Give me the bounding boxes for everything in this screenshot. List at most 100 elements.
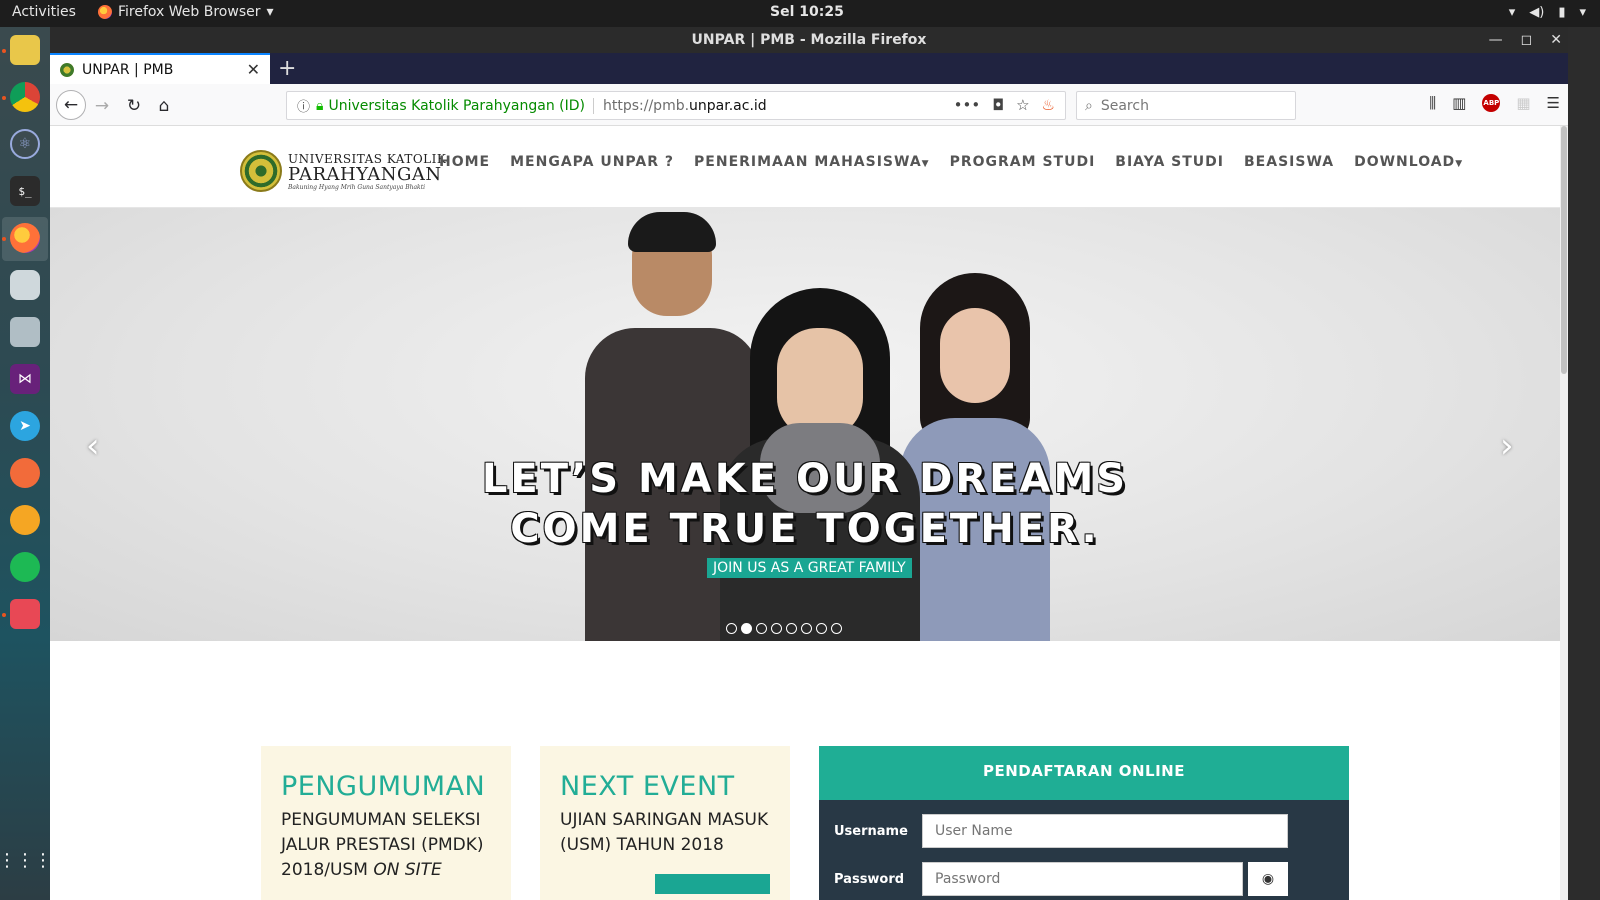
password-field[interactable] (922, 862, 1243, 896)
carousel-indicator-dot[interactable] (726, 623, 737, 634)
tab-bar: UNPAR | PMB ✕ + (50, 53, 1568, 84)
battery-icon: ▮ (1558, 5, 1566, 20)
adblock-plus-icon[interactable]: ABP (1482, 94, 1501, 112)
carousel-indicator-dot[interactable] (771, 623, 782, 634)
hero-headline-1: LET’S MAKE OUR DREAMS (481, 456, 1129, 502)
password-label: Password (834, 871, 905, 887)
chrome-icon[interactable] (10, 82, 40, 112)
system-top-bar: Activities Firefox Web Browser ▾ Sel 10:… (0, 0, 1600, 27)
carousel-indicator-dot[interactable] (816, 623, 827, 634)
postman-icon[interactable] (10, 458, 40, 488)
moon-icon[interactable] (10, 505, 40, 535)
search-placeholder: Search (1100, 97, 1149, 114)
carousel-next-icon[interactable]: › (1500, 426, 1514, 466)
wifi-icon: ▾ (1508, 5, 1516, 20)
close-icon[interactable]: ✕ (1550, 27, 1562, 53)
firefox-icon[interactable] (10, 223, 40, 253)
site-header: UNIVERSITAS KATOLIK PARAHYANGAN Bakuning… (50, 126, 1568, 208)
announcement-card: PENGUMUMAN PENGUMUMAN SELEKSI JALUR PRES… (261, 746, 511, 900)
activities-button[interactable]: Activities (12, 4, 76, 20)
running-indicator (2, 96, 6, 100)
reload-button[interactable]: ↻ (120, 92, 148, 120)
library-icon[interactable]: ⫼ (1429, 94, 1436, 112)
scrollbar-thumb[interactable] (1561, 126, 1567, 374)
menu-mengapa-unpar[interactable]: MENGAPA UNPAR ? (510, 154, 674, 170)
spotify-icon[interactable] (10, 552, 40, 582)
event-text[interactable]: UJIAN SARINGAN MASUK (USM) TAHUN 2018 (560, 808, 770, 858)
running-indicator (2, 613, 6, 617)
vscode-icon[interactable]: ⋈ (10, 364, 40, 394)
page-scrollbar[interactable] (1560, 126, 1568, 900)
maximize-icon[interactable]: ◻ (1521, 27, 1533, 53)
info-icon[interactable]: ⓘ (297, 96, 310, 115)
tab-label: UNPAR | PMB (82, 61, 174, 78)
carousel-indicator-dot[interactable] (831, 623, 842, 634)
tab-unpar-pmb[interactable]: UNPAR | PMB ✕ (50, 53, 270, 84)
files-icon[interactable] (10, 35, 40, 65)
database-icon[interactable] (10, 270, 40, 300)
hero-subline: JOIN US AS A GREAT FAMILY (707, 558, 912, 578)
event-detail-button[interactable] (655, 874, 770, 894)
menu-penerimaan-mahasiswa[interactable]: PENERIMAAN MAHASISWA▼ (694, 154, 930, 170)
carousel-indicator-dot[interactable] (786, 623, 797, 634)
minimize-icon[interactable]: — (1489, 27, 1503, 53)
flame-icon[interactable]: ♨ (1042, 96, 1055, 114)
registration-panel: PENDAFTARAN ONLINE Username Password ◉ (819, 746, 1349, 900)
app-menu-label: Firefox Web Browser (118, 4, 261, 20)
dock: ⚛ $_ ⋈ ➤ ⋮⋮⋮ (0, 27, 52, 900)
pocket-icon[interactable]: ◘ (992, 96, 1004, 114)
back-button[interactable]: ← (56, 90, 86, 120)
url-bar[interactable]: ⓘ 🔒︎ Universitas Katolik Parahyangan (ID… (286, 91, 1066, 120)
menu-download[interactable]: DOWNLOAD▼ (1354, 154, 1463, 170)
username-label: Username (834, 823, 908, 839)
username-field[interactable] (922, 814, 1288, 848)
show-apps-grid-icon[interactable]: ⋮⋮⋮ (0, 845, 52, 875)
close-tab-icon[interactable]: ✕ (247, 60, 260, 79)
caret-down-icon: ▼ (1455, 159, 1464, 169)
lock-icon: 🔒︎ (316, 97, 324, 114)
chevron-down-icon: ▾ (266, 4, 274, 20)
carousel-indicator-dot[interactable] (801, 623, 812, 634)
carousel-indicator-dot[interactable] (741, 623, 752, 634)
system-tray[interactable]: ▾ ◀) ▮ ▾ (1509, 5, 1586, 20)
carousel-prev-icon[interactable]: ‹ (86, 426, 100, 466)
firefox-window: UNPAR | PMB - Mozilla Firefox — ◻ ✕ UNPA… (50, 27, 1568, 900)
unpar-favicon-icon (60, 62, 74, 77)
announcement-text[interactable]: PENGUMUMAN SELEKSI JALUR PRESTASI (PMDK)… (281, 808, 491, 883)
url-text[interactable]: https://pmb.unpar.ac.id (603, 98, 767, 114)
atom-icon[interactable]: ⚛ (10, 129, 40, 159)
software-install-icon[interactable] (10, 317, 40, 347)
running-indicator (2, 49, 6, 53)
bookmark-star-icon[interactable]: ☆ (1016, 96, 1029, 114)
page-content: UNIVERSITAS KATOLIK PARAHYANGAN Bakuning… (50, 126, 1568, 900)
extension-icon[interactable]: ▦ (1516, 94, 1530, 112)
hero-photo-figure (777, 328, 863, 438)
menu-home[interactable]: HOME (439, 154, 490, 170)
hamburger-menu-icon[interactable]: ☰ (1547, 94, 1560, 112)
caret-down-icon: ▼ (921, 159, 930, 169)
firefox-icon (98, 5, 112, 19)
telegram-icon[interactable]: ➤ (10, 411, 40, 441)
terminal-icon[interactable]: $_ (10, 176, 40, 206)
clock[interactable]: Sel 10:25 (770, 4, 844, 20)
menu-program-studi[interactable]: PROGRAM STUDI (950, 154, 1096, 170)
dice-app-icon[interactable] (10, 599, 40, 629)
logo-line2: PARAHYANGAN (288, 163, 442, 185)
app-menu[interactable]: Firefox Web Browser ▾ (98, 4, 274, 20)
forward-button[interactable]: → (88, 92, 116, 120)
unpar-logo[interactable]: UNIVERSITAS KATOLIK PARAHYANGAN Bakuning… (240, 150, 446, 192)
carousel-indicator-dot[interactable] (756, 623, 767, 634)
logo-motto: Bakuning Hyang Mrih Guna Santyaya Bhakti (288, 183, 426, 191)
search-input[interactable]: ⌕ Search (1076, 91, 1296, 120)
show-password-icon[interactable]: ◉ (1248, 862, 1288, 896)
home-button[interactable]: ⌂ (150, 92, 178, 120)
menu-biaya-studi[interactable]: BIAYA STUDI (1115, 154, 1224, 170)
menu-beasiswa[interactable]: BEASISWA (1244, 154, 1334, 170)
unpar-seal-icon (240, 150, 282, 192)
site-identity[interactable]: Universitas Katolik Parahyangan (ID) (328, 97, 594, 114)
new-tab-button[interactable]: + (278, 56, 296, 81)
event-card: NEXT EVENT UJIAN SARINGAN MASUK (USM) TA… (540, 746, 790, 900)
sidebar-icon[interactable]: ▥ (1452, 94, 1466, 112)
hero-carousel[interactable]: LET’S MAKE OUR DREAMS COME TRUE TOGETHER… (50, 208, 1560, 641)
page-actions-icon[interactable]: ••• (954, 96, 981, 114)
